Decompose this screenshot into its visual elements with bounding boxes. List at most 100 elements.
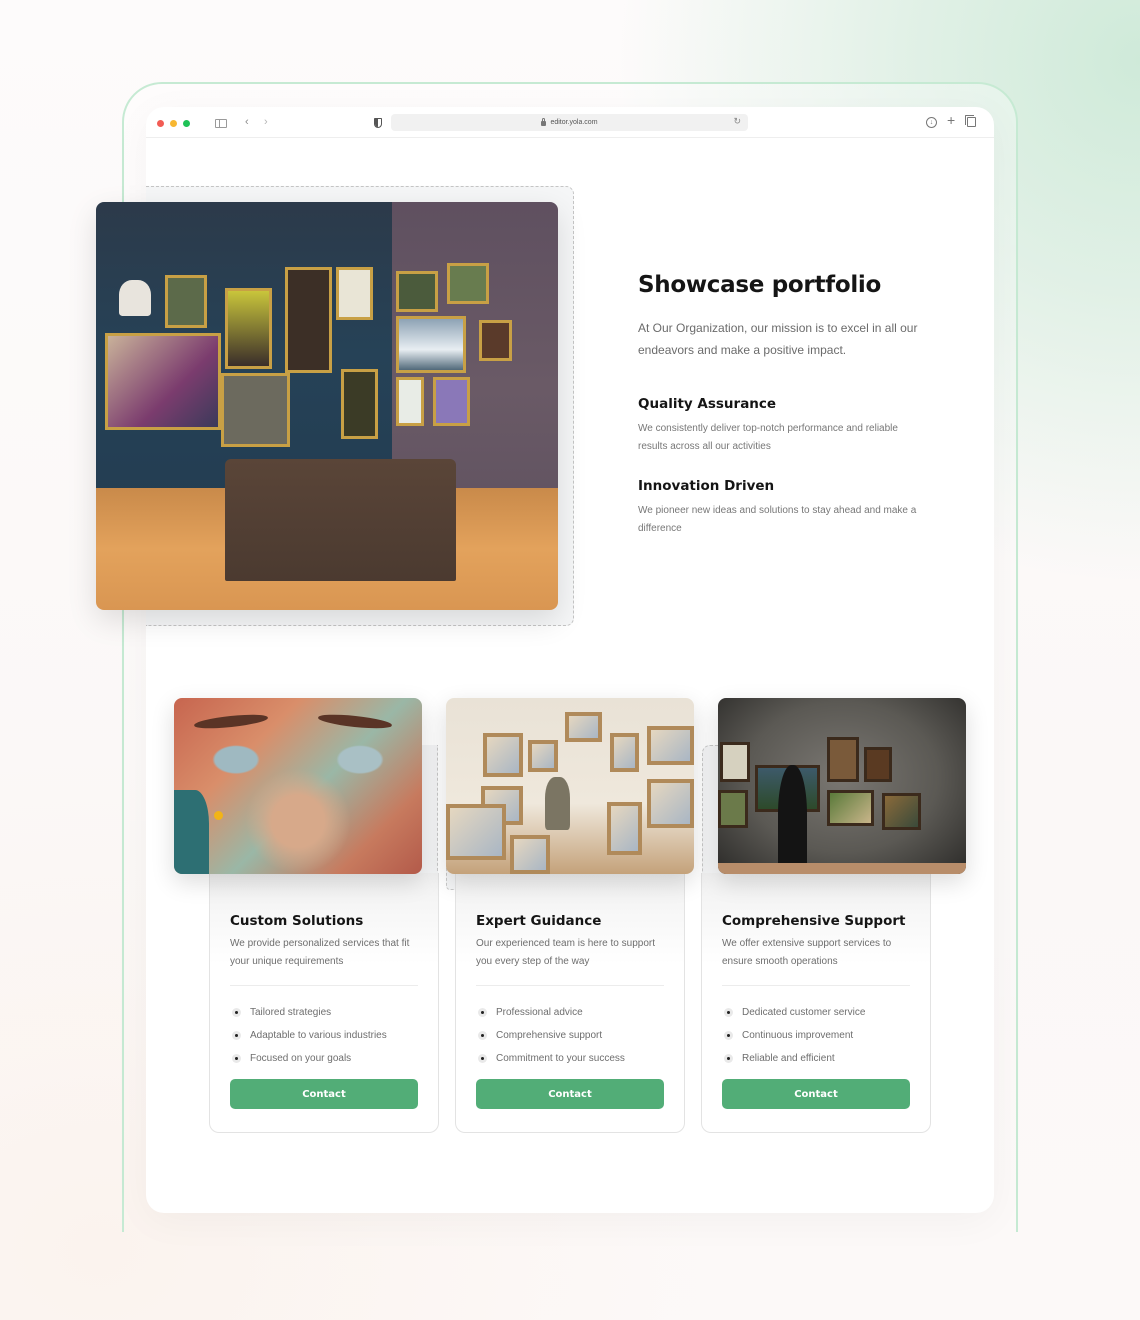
list-item-text: Commitment to your success: [496, 1053, 625, 1064]
painting: [646, 778, 694, 829]
painting: [340, 369, 378, 439]
painting: [565, 712, 603, 742]
bullet-icon: [232, 1031, 241, 1040]
bullet-icon: [724, 1008, 733, 1017]
divider: [230, 985, 418, 986]
painting: [165, 275, 207, 329]
divider: [722, 985, 910, 986]
list-item-text: Reliable and efficient: [742, 1053, 835, 1064]
image-detail: [545, 777, 570, 830]
painting: [510, 835, 551, 874]
showcase-description: At Our Organization, our mission is to e…: [638, 321, 918, 357]
feature-description: We consistently deliver top-notch perfor…: [638, 423, 898, 452]
divider: [476, 985, 664, 986]
painting: [609, 733, 640, 772]
list-item: Continuous improvement: [724, 1024, 865, 1047]
contact-button[interactable]: Contact: [722, 1079, 910, 1109]
list-item: Adaptable to various industries: [232, 1024, 387, 1047]
close-window-button[interactable]: [157, 120, 164, 127]
bullet-icon: [478, 1008, 487, 1017]
feature-description: We pioneer new ideas and solutions to st…: [638, 505, 917, 534]
bullet-icon: [478, 1054, 487, 1063]
painting: [433, 377, 471, 427]
chevron-left-icon[interactable]: ‹: [245, 116, 249, 128]
painting: [483, 733, 523, 778]
list-item: Comprehensive support: [478, 1024, 625, 1047]
painting: [827, 736, 860, 783]
painting: [527, 740, 558, 772]
list-item: Tailored strategies: [232, 1001, 387, 1024]
minimize-window-button[interactable]: [170, 120, 177, 127]
painting: [225, 287, 272, 370]
download-icon[interactable]: ↓: [926, 117, 937, 128]
hero-image[interactable]: [96, 202, 558, 610]
sidebar-toggle-icon[interactable]: [215, 119, 227, 128]
bullet-icon: [232, 1054, 241, 1063]
painting: [646, 726, 694, 765]
painting: [447, 263, 489, 304]
painting: [285, 267, 332, 374]
contact-button[interactable]: Contact: [230, 1079, 418, 1109]
image-detail: [225, 459, 457, 582]
painting: [864, 747, 892, 783]
image-detail: [718, 863, 966, 874]
list-item-text: Comprehensive support: [496, 1030, 603, 1041]
image-detail: [174, 789, 209, 874]
list-item: Professional advice: [478, 1001, 625, 1024]
painting: [396, 316, 466, 374]
browser-toolbar: ‹ › editor.yola.com ↻ ↓ +: [146, 107, 994, 138]
painting: [446, 803, 506, 860]
image-detail: [193, 711, 269, 730]
painting: [881, 793, 922, 830]
painting: [220, 373, 291, 447]
card-title: Expert Guidance: [476, 913, 602, 929]
painting: [396, 271, 438, 313]
address-bar[interactable]: editor.yola.com ↻: [391, 114, 748, 131]
card-image[interactable]: [174, 698, 422, 874]
card-title: Custom Solutions: [230, 913, 364, 929]
tabs-overview-icon[interactable]: [965, 115, 976, 127]
bullet-icon: [478, 1031, 487, 1040]
shield-icon[interactable]: [374, 118, 382, 128]
image-detail: [777, 764, 808, 874]
reload-icon[interactable]: ↻: [733, 116, 741, 127]
painting: [479, 320, 512, 362]
card-image[interactable]: [718, 698, 966, 874]
bullet-icon: [232, 1008, 241, 1017]
service-card: Comprehensive Support We offer extensive…: [701, 873, 931, 1133]
card-description: Our experienced team is here to support …: [476, 938, 655, 967]
list-item-text: Adaptable to various industries: [250, 1030, 387, 1041]
painting: [720, 742, 751, 783]
list-item-text: Focused on your goals: [250, 1053, 352, 1064]
card-description: We provide personalized services that fi…: [230, 938, 410, 967]
painting: [336, 267, 374, 321]
card-title: Comprehensive Support: [722, 913, 906, 929]
card-description: We offer extensive support services to e…: [722, 938, 892, 967]
maximize-window-button[interactable]: [183, 120, 190, 127]
feature-title: Quality Assurance: [638, 396, 777, 412]
url-text: editor.yola.com: [550, 119, 598, 126]
list-item-text: Tailored strategies: [250, 1007, 332, 1018]
image-detail: [317, 711, 393, 730]
image-detail: [213, 810, 223, 820]
list-item-text: Professional advice: [496, 1007, 583, 1018]
feature-list: Dedicated customer service Continuous im…: [724, 1001, 865, 1070]
bullet-icon: [724, 1031, 733, 1040]
list-item-text: Continuous improvement: [742, 1030, 854, 1041]
card-image[interactable]: [446, 698, 694, 874]
painting: [105, 332, 221, 431]
page-title: Showcase portfolio: [638, 272, 882, 298]
service-card: Expert Guidance Our experienced team is …: [455, 873, 685, 1133]
list-item: Focused on your goals: [232, 1047, 387, 1070]
feature-list: Tailored strategies Adaptable to various…: [232, 1001, 387, 1070]
painting: [607, 801, 642, 855]
list-item-text: Dedicated customer service: [742, 1007, 866, 1018]
chevron-right-icon[interactable]: ›: [264, 116, 268, 128]
plus-icon[interactable]: +: [947, 113, 955, 127]
lock-icon: [541, 118, 547, 126]
bullet-icon: [724, 1054, 733, 1063]
painting: [827, 789, 875, 827]
list-item: Reliable and efficient: [724, 1047, 865, 1070]
list-item: Commitment to your success: [478, 1047, 625, 1070]
contact-button[interactable]: Contact: [476, 1079, 664, 1109]
